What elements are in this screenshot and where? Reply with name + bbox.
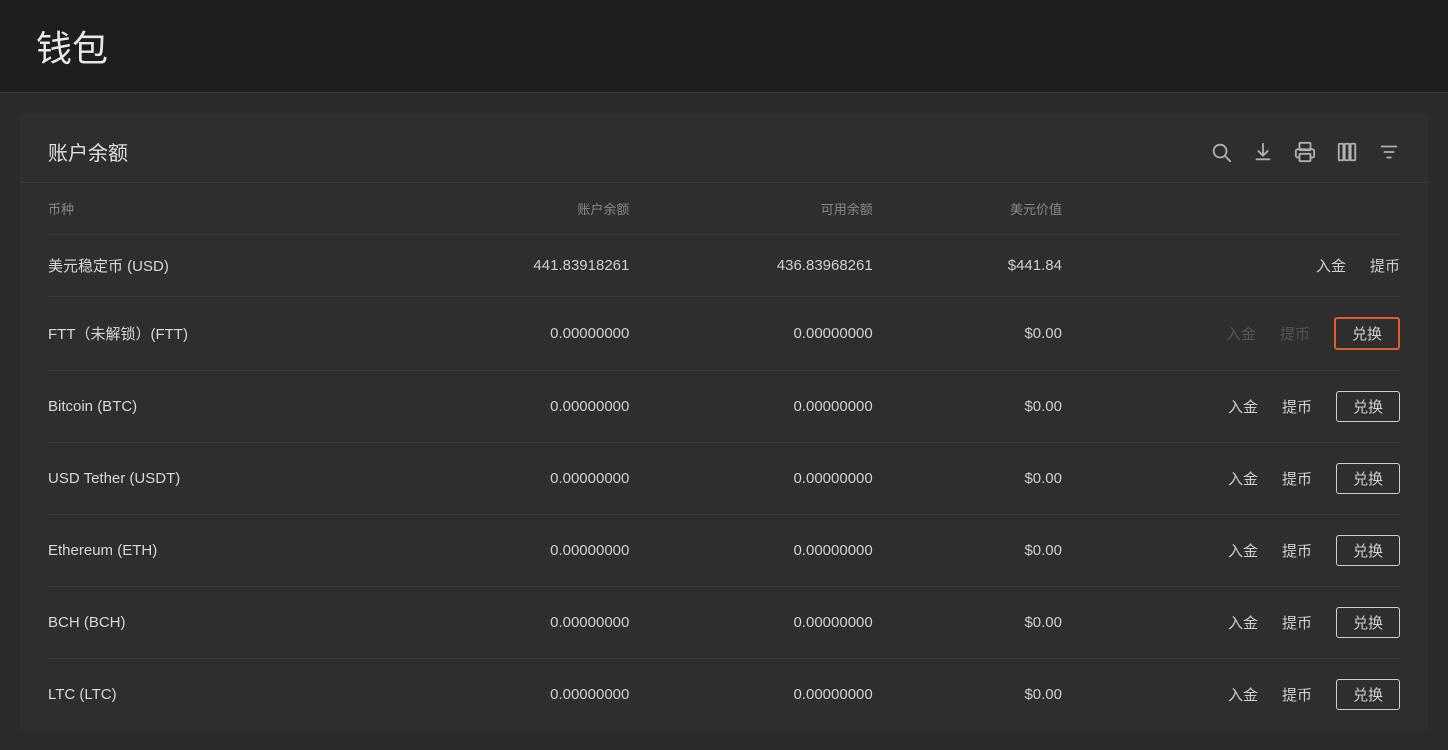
balance-value: 441.83918261 [386, 235, 629, 297]
action-cell: 入金 提币 兑换 [1062, 443, 1400, 515]
exchange-button[interactable]: 兑换 [1336, 607, 1400, 638]
action-cell: 入金 提币 兑换 [1062, 587, 1400, 659]
columns-icon[interactable] [1336, 141, 1358, 163]
col-currency: 币种 [48, 183, 386, 235]
col-available: 可用余额 [629, 183, 872, 235]
page-title: 钱包 [36, 28, 108, 69]
action-cell: 入金 提币 [1062, 235, 1400, 297]
usd-value: $0.00 [873, 515, 1062, 587]
table-row: 美元稳定币 (USD)441.83918261436.83968261$441.… [48, 235, 1400, 297]
action-cell: 入金 提币 兑换 [1062, 371, 1400, 443]
balance-table: 币种 账户余额 可用余额 美元价值 美元稳定币 (USD)441.8391826… [48, 183, 1400, 730]
action-cell: 入金 提币 兑换 [1062, 297, 1400, 371]
download-icon[interactable] [1252, 141, 1274, 163]
table-container: 币种 账户余额 可用余额 美元价值 美元稳定币 (USD)441.8391826… [20, 183, 1428, 730]
filter-icon[interactable] [1378, 141, 1400, 163]
withdraw-button[interactable]: 提币 [1282, 396, 1312, 417]
available-value: 436.83968261 [629, 235, 872, 297]
exchange-button[interactable]: 兑换 [1336, 463, 1400, 494]
withdraw-button[interactable]: 提币 [1282, 684, 1312, 705]
deposit-button[interactable]: 入金 [1228, 540, 1258, 561]
currency-name: USD Tether (USDT) [48, 443, 386, 515]
col-balance: 账户余额 [386, 183, 629, 235]
deposit-button[interactable]: 入金 [1228, 684, 1258, 705]
section-title: 账户余额 [48, 137, 128, 166]
usd-value: $0.00 [873, 659, 1062, 731]
exchange-button[interactable]: 兑换 [1336, 391, 1400, 422]
deposit-button[interactable]: 入金 [1228, 396, 1258, 417]
balance-value: 0.00000000 [386, 371, 629, 443]
available-value: 0.00000000 [629, 587, 872, 659]
exchange-button[interactable]: 兑换 [1336, 535, 1400, 566]
withdraw-button[interactable]: 提币 [1282, 612, 1312, 633]
currency-name: BCH (BCH) [48, 587, 386, 659]
currency-name: Ethereum (ETH) [48, 515, 386, 587]
exchange-button[interactable]: 兑换 [1336, 679, 1400, 710]
withdraw-button[interactable]: 提币 [1280, 323, 1310, 344]
withdraw-button[interactable]: 提币 [1370, 255, 1400, 276]
wallet-section: 账户余额 [20, 113, 1428, 730]
section-header: 账户余额 [20, 113, 1428, 183]
action-cell: 入金 提币 兑换 [1062, 515, 1400, 587]
withdraw-button[interactable]: 提币 [1282, 540, 1312, 561]
balance-value: 0.00000000 [386, 587, 629, 659]
col-usd-value: 美元价值 [873, 183, 1062, 235]
usd-value: $441.84 [873, 235, 1062, 297]
deposit-button[interactable]: 入金 [1316, 255, 1346, 276]
table-row: Bitcoin (BTC)0.000000000.00000000$0.00入金… [48, 371, 1400, 443]
currency-name: LTC (LTC) [48, 659, 386, 731]
balance-value: 0.00000000 [386, 659, 629, 731]
usd-value: $0.00 [873, 371, 1062, 443]
withdraw-button[interactable]: 提币 [1282, 468, 1312, 489]
search-icon[interactable] [1210, 141, 1232, 163]
table-header-row: 币种 账户余额 可用余额 美元价值 [48, 183, 1400, 235]
available-value: 0.00000000 [629, 443, 872, 515]
table-row: LTC (LTC)0.000000000.00000000$0.00入金提币兑换 [48, 659, 1400, 731]
balance-value: 0.00000000 [386, 515, 629, 587]
page-header: 钱包 [0, 0, 1448, 93]
table-row: USD Tether (USDT)0.000000000.00000000$0.… [48, 443, 1400, 515]
currency-name: 美元稳定币 (USD) [48, 235, 386, 297]
table-row: Ethereum (ETH)0.000000000.00000000$0.00入… [48, 515, 1400, 587]
available-value: 0.00000000 [629, 659, 872, 731]
balance-value: 0.00000000 [386, 443, 629, 515]
ftt-label-box: FTT（未解锁）(FTT) [48, 326, 188, 343]
header-actions [1210, 141, 1400, 163]
deposit-button[interactable]: 入金 [1228, 612, 1258, 633]
currency-name: FTT（未解锁）(FTT) [48, 297, 386, 371]
available-value: 0.00000000 [629, 297, 872, 371]
usd-value: $0.00 [873, 587, 1062, 659]
print-icon[interactable] [1294, 141, 1316, 163]
balance-value: 0.00000000 [386, 297, 629, 371]
action-cell: 入金 提币 兑换 [1062, 659, 1400, 731]
exchange-button[interactable]: 兑换 [1334, 317, 1400, 350]
available-value: 0.00000000 [629, 515, 872, 587]
table-row: BCH (BCH)0.000000000.00000000$0.00入金提币兑换 [48, 587, 1400, 659]
currency-name: Bitcoin (BTC) [48, 371, 386, 443]
usd-value: $0.00 [873, 297, 1062, 371]
table-row: FTT（未解锁）(FTT)0.000000000.00000000$0.00入金… [48, 297, 1400, 371]
deposit-button[interactable]: 入金 [1226, 323, 1256, 344]
usd-value: $0.00 [873, 443, 1062, 515]
deposit-button[interactable]: 入金 [1228, 468, 1258, 489]
available-value: 0.00000000 [629, 371, 872, 443]
